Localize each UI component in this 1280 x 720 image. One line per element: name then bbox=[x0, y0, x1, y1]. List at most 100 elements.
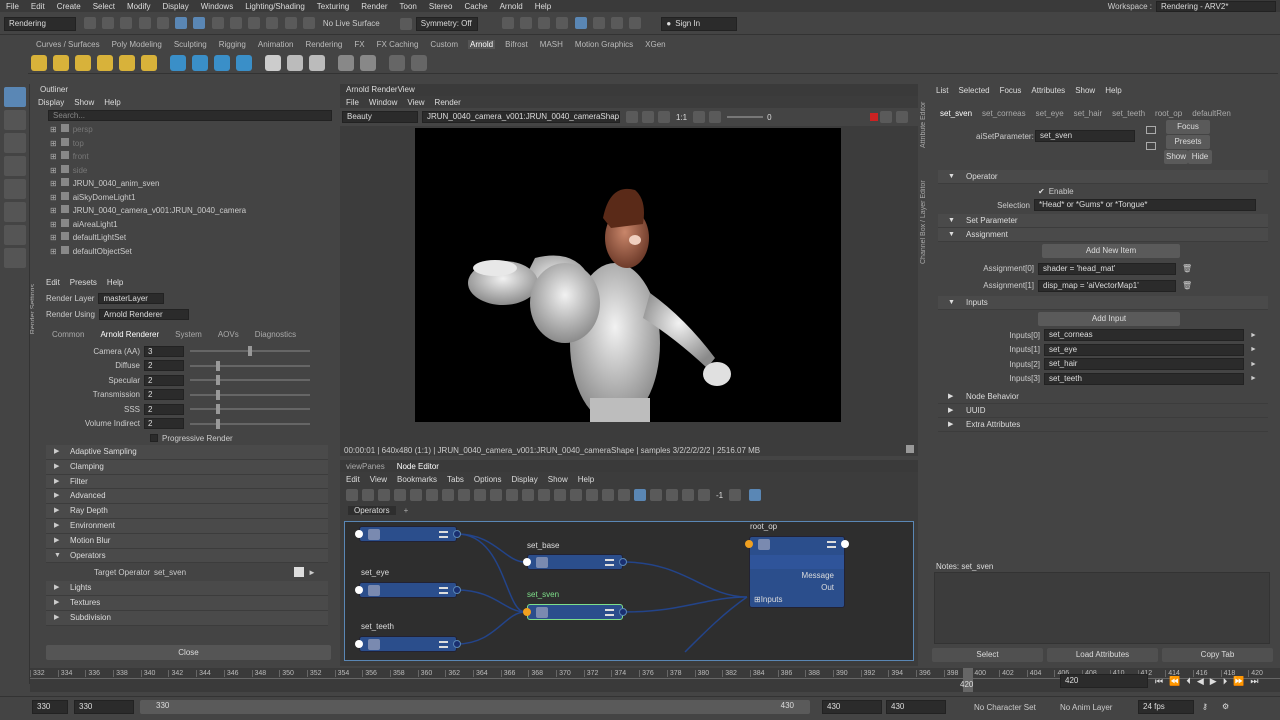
close-button[interactable]: Close bbox=[46, 645, 331, 660]
notes-textarea[interactable] bbox=[934, 572, 1270, 644]
node-set-base[interactable] bbox=[527, 554, 623, 570]
layout-four-icon[interactable] bbox=[4, 248, 26, 268]
render-using-dropdown[interactable]: Arnold Renderer bbox=[98, 308, 189, 320]
ae-tab-root-op[interactable]: root_op bbox=[1155, 109, 1182, 118]
selection-field[interactable]: *Head* or *Gums* or *Tongue* bbox=[1034, 199, 1256, 211]
add-input-button[interactable]: Add Input bbox=[1038, 312, 1180, 326]
slider-knob[interactable] bbox=[215, 389, 220, 400]
node-set-teeth[interactable] bbox=[359, 636, 457, 652]
input-navigate-icon[interactable]: ► bbox=[1250, 346, 1257, 353]
redo-icon[interactable] bbox=[156, 16, 169, 29]
assignment-field[interactable]: shader = 'head_mat' bbox=[1038, 262, 1176, 275]
node-unnamed-top[interactable] bbox=[359, 526, 457, 542]
section-subdivision[interactable]: Subdivision bbox=[46, 610, 328, 626]
skydome-light-icon[interactable] bbox=[119, 54, 135, 71]
ne-pin-icon[interactable] bbox=[570, 489, 582, 501]
ne-snap-icon[interactable] bbox=[602, 489, 614, 501]
ae-tab-set-sven[interactable]: set_sven bbox=[940, 109, 972, 118]
ne-spread-icon[interactable] bbox=[698, 489, 710, 501]
outliner-item[interactable]: ⊞ aiSkyDomeLight1 bbox=[34, 191, 334, 205]
select-component-icon[interactable] bbox=[211, 16, 224, 29]
input-field[interactable]: set_eye bbox=[1044, 343, 1244, 356]
hypershade-icon[interactable] bbox=[574, 16, 587, 29]
param-value-field[interactable]: 2 bbox=[144, 418, 184, 430]
expand-icon[interactable]: ⊞ bbox=[50, 247, 57, 256]
ne-panel-tab-viewpanes[interactable]: viewPanes bbox=[346, 462, 385, 471]
graph-tab-operators[interactable]: Operators bbox=[348, 505, 396, 515]
expand-icon[interactable]: ⊞ bbox=[50, 125, 57, 134]
expand-icon[interactable]: ⊞ bbox=[50, 179, 57, 188]
shelf-tab-poly-modeling[interactable]: Poly Modeling bbox=[110, 40, 164, 49]
menu-arnold[interactable]: Arnold bbox=[500, 2, 523, 11]
section-extra-attributes[interactable]: Extra Attributes bbox=[938, 418, 1268, 432]
range-slider[interactable]: 330 430 bbox=[140, 700, 810, 714]
ne-connected-mode-icon[interactable] bbox=[506, 489, 518, 501]
outliner-item[interactable]: ⊞ front bbox=[34, 150, 334, 164]
shelf-tab-mash[interactable]: MASH bbox=[538, 40, 565, 49]
set-sven-in-port[interactable] bbox=[523, 608, 531, 616]
add-new-item-button[interactable]: Add New Item bbox=[1042, 244, 1180, 258]
ne-lock-icon[interactable] bbox=[666, 489, 678, 501]
ae-tab-set-hair[interactable]: set_hair bbox=[1074, 109, 1102, 118]
select-tool-icon[interactable] bbox=[4, 87, 26, 107]
point-light-icon[interactable] bbox=[53, 54, 69, 71]
menu-create[interactable]: Create bbox=[57, 2, 81, 11]
shelf-tab-fx[interactable]: FX bbox=[352, 40, 366, 49]
rv-menu-window[interactable]: Window bbox=[369, 98, 397, 107]
ae-tab-defaultren[interactable]: defaultRen bbox=[1192, 109, 1231, 118]
outliner-item[interactable]: ⊞ JRUN_0040_anim_sven bbox=[34, 177, 334, 191]
set-teeth-out-port[interactable] bbox=[453, 640, 461, 648]
set-eye-out-port[interactable] bbox=[453, 586, 461, 594]
target-operator-field[interactable]: set_sven bbox=[154, 568, 294, 577]
ae-menu-help[interactable]: Help bbox=[1105, 86, 1121, 95]
render-settings-icon[interactable] bbox=[556, 16, 569, 29]
slider-knob[interactable] bbox=[215, 404, 220, 415]
input-navigate-icon[interactable]: ► bbox=[1250, 361, 1257, 368]
select-object-icon[interactable] bbox=[193, 16, 206, 29]
slider-knob[interactable] bbox=[215, 418, 220, 429]
menu-windows[interactable]: Windows bbox=[201, 2, 233, 11]
expand-icon[interactable]: ⊞ bbox=[50, 233, 57, 242]
node-menu-icon[interactable] bbox=[605, 609, 614, 616]
ne-menu-help[interactable]: Help bbox=[578, 475, 594, 484]
workspace-dropdown[interactable]: Rendering - ARV2* bbox=[1156, 0, 1276, 12]
export-icon[interactable] bbox=[338, 54, 354, 71]
rs-menu-edit[interactable]: Edit bbox=[46, 278, 60, 287]
channel-box-side-tab[interactable]: Channel Box / Layer Editor bbox=[920, 154, 927, 264]
spot-light-icon[interactable] bbox=[75, 54, 91, 71]
refresh-render-icon[interactable] bbox=[642, 111, 654, 123]
shelf-tab-sculpting[interactable]: Sculpting bbox=[172, 40, 209, 49]
step-back-frame-icon[interactable]: ⏴ bbox=[1186, 676, 1191, 687]
render-refresh-icon[interactable] bbox=[879, 111, 892, 123]
ne-graph-both-icon[interactable] bbox=[410, 489, 422, 501]
current-frame-field[interactable]: 420 bbox=[1060, 674, 1148, 688]
shelf-tab-xgen[interactable]: XGen bbox=[643, 40, 667, 49]
shelf-tab-motion-graphics[interactable]: Motion Graphics bbox=[573, 40, 635, 49]
ae-input-connections-icon[interactable] bbox=[1146, 126, 1156, 134]
make-live-icon[interactable] bbox=[302, 16, 315, 29]
menuset-dropdown[interactable]: Rendering bbox=[4, 16, 76, 31]
expand-icon[interactable]: ⊞ bbox=[50, 152, 57, 161]
ne-simple-mode-icon[interactable] bbox=[490, 489, 502, 501]
outliner-item[interactable]: ⊞ defaultLightSet bbox=[34, 231, 334, 245]
curve-collector-icon[interactable] bbox=[214, 54, 230, 71]
workspace-selector[interactable]: Workspace : Rendering - ARV2* bbox=[1108, 0, 1276, 12]
snapshot-icon[interactable] bbox=[906, 445, 914, 453]
ratio-label[interactable]: 1:1 bbox=[676, 113, 687, 122]
shelf-tab-curves-surfaces[interactable]: Curves / Surfaces bbox=[34, 40, 102, 49]
volume-icon[interactable] bbox=[192, 54, 208, 71]
ne-panel-tab-node-editor[interactable]: Node Editor bbox=[397, 462, 439, 471]
save-scene-icon[interactable] bbox=[120, 16, 133, 29]
ne-filter-icon[interactable] bbox=[650, 489, 662, 501]
play-forward-icon[interactable]: ▶ bbox=[1210, 676, 1217, 687]
outliner-menu-display[interactable]: Display bbox=[38, 98, 64, 107]
menu-stereo[interactable]: Stereo bbox=[429, 2, 453, 11]
render-frame-icon[interactable] bbox=[519, 16, 532, 29]
param-slider[interactable] bbox=[190, 375, 310, 386]
slider-knob[interactable] bbox=[215, 375, 220, 386]
ne-add-selected-icon[interactable] bbox=[346, 489, 358, 501]
set-base-out-port[interactable] bbox=[619, 558, 627, 566]
play-icon[interactable] bbox=[411, 54, 427, 71]
presets-button[interactable]: Presets bbox=[1166, 135, 1210, 149]
ae-menu-list[interactable]: List bbox=[936, 86, 948, 95]
